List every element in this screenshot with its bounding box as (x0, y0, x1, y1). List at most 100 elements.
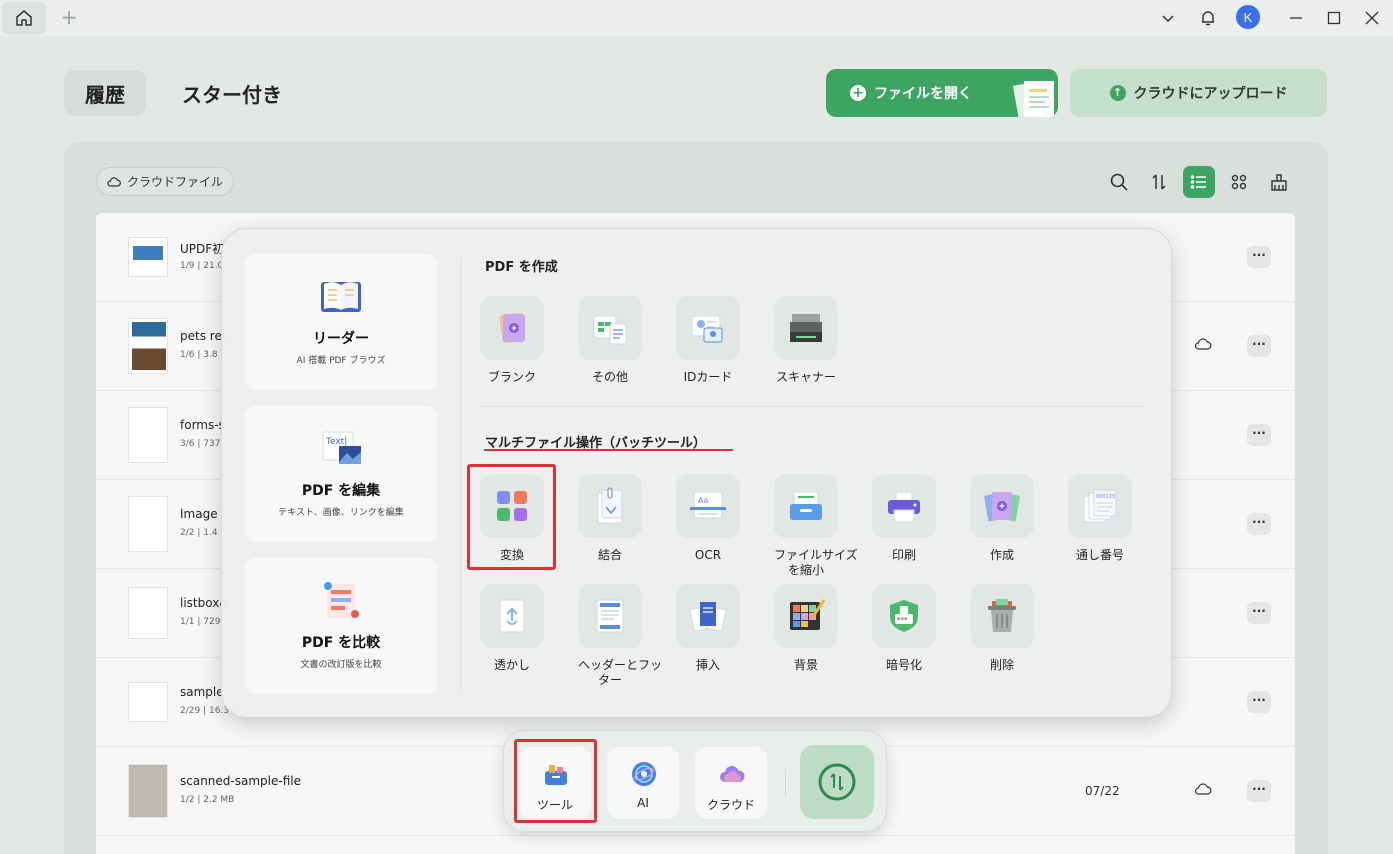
plus-icon: + (850, 85, 866, 101)
more-icon[interactable]: ··· (1247, 513, 1271, 535)
book-icon (321, 282, 361, 312)
file-meta: 3/6 | 737 (180, 439, 221, 449)
documents-illustration (1012, 80, 1054, 117)
file-meta: 1/1 | 729 (180, 617, 221, 627)
open-file-label: ファイルを開く (874, 86, 972, 102)
file-name: scanned-sample-file (180, 774, 301, 788)
sort-icon[interactable] (1143, 166, 1175, 198)
sync-icon (818, 763, 856, 801)
search-icon[interactable] (1103, 166, 1135, 198)
more-icon[interactable]: ··· (1247, 246, 1271, 268)
cloud-files-chip[interactable]: クラウドファイル (96, 167, 234, 196)
blank-tool[interactable]: ブランク (480, 296, 544, 385)
card-subtitle: 文書の改訂版を比較 (300, 660, 382, 670)
file-thumbnail (128, 318, 168, 374)
cloud-dock-button[interactable]: クラウド (695, 747, 767, 819)
id-card-tool[interactable]: IDカード (676, 296, 740, 385)
delete-tool[interactable]: 削除 (970, 584, 1034, 673)
scanner-tool[interactable]: スキャナー (774, 296, 838, 385)
merge-tool[interactable]: 結合 (578, 474, 642, 563)
divider (480, 406, 1145, 407)
ocr-tool[interactable]: Aa OCR (676, 474, 740, 563)
home-icon (16, 10, 32, 26)
list-view-icon[interactable] (1183, 166, 1215, 198)
more-icon[interactable]: ··· (1247, 780, 1271, 802)
tool-label: 挿入 (695, 658, 720, 672)
dock-label: AI (637, 796, 649, 810)
upload-label: クラウドにアップロード (1133, 86, 1288, 102)
file-thumbnail (128, 407, 168, 463)
file-name: Image f (180, 507, 226, 521)
compress-icon (790, 491, 822, 520)
cloud-icon (720, 765, 745, 782)
cloud-files-label: クラウドファイル (126, 175, 223, 189)
file-meta: 1/9 | 21.0 (180, 261, 224, 271)
cloud-icon (107, 176, 121, 187)
create-tool[interactable]: 作成 (970, 474, 1034, 563)
ai-orb-icon (632, 762, 656, 786)
tab-history[interactable]: 履歴 (64, 70, 146, 116)
create-pdf-heading: PDF を作成 (485, 260, 558, 275)
compare-pdf-card[interactable]: PDF を比較 文書の改訂版を比較 (245, 558, 437, 694)
bell-icon[interactable] (1196, 6, 1220, 30)
more-icon[interactable]: ··· (1247, 602, 1271, 624)
tool-label: OCR (694, 548, 722, 562)
open-file-button[interactable]: + ファイルを開く (826, 69, 1058, 117)
file-date: 07/22 (1085, 784, 1120, 798)
avatar[interactable]: K (1236, 5, 1260, 29)
cloud-icon[interactable] (1194, 335, 1212, 353)
more-icon[interactable]: ··· (1247, 691, 1271, 713)
divider (785, 769, 786, 797)
svg-text:Aa: Aa (698, 496, 708, 505)
grid-view-icon[interactable] (1223, 166, 1255, 198)
cloud-icon[interactable] (1194, 780, 1212, 798)
more-icon[interactable]: ··· (1247, 335, 1271, 357)
tool-label: 暗号化 (885, 658, 922, 672)
other-tool[interactable]: その他 (578, 296, 642, 385)
compare-icon (324, 582, 359, 618)
encrypt-tool[interactable]: *** 暗号化 (872, 584, 936, 673)
trash-icon (988, 599, 1016, 632)
tool-label: 作成 (989, 548, 1014, 562)
highlight-box (467, 464, 556, 570)
home-tab[interactable] (2, 2, 46, 34)
bates-number-tool[interactable]: 000123 通し番号 (1068, 474, 1132, 563)
tool-label: スキャナー (775, 370, 836, 384)
clean-icon[interactable] (1263, 166, 1295, 198)
highlight-underline (484, 449, 733, 451)
ai-dock-button[interactable]: AI (607, 747, 679, 819)
reader-card[interactable]: リーダー AI 搭載 PDF ブラウズ (245, 254, 437, 390)
sync-button[interactable] (800, 745, 874, 819)
file-meta: 1/2 | 2.2 MB (180, 795, 235, 805)
file-thumbnail (128, 237, 168, 277)
id-card-icon (691, 315, 723, 343)
header-footer-tool[interactable]: ヘッダーとフッ ター (578, 584, 662, 688)
edit-pdf-card[interactable]: Text| PDF を編集 テキスト、画像、リンクを編集 (245, 406, 437, 542)
scanner-icon (790, 314, 822, 342)
close-icon[interactable] (1360, 6, 1384, 30)
tool-label: 削除 (989, 658, 1014, 672)
watermark-tool[interactable]: 透かし (480, 584, 544, 673)
print-tool[interactable]: 印刷 (872, 474, 936, 563)
card-subtitle: AI 搭載 PDF ブラウズ (296, 356, 386, 366)
insert-tool[interactable]: 挿入 (676, 584, 740, 673)
file-meta: 1/6 | 3.8 (180, 350, 218, 360)
edit-text-icon: Text| (322, 431, 361, 464)
minimize-icon[interactable] (1284, 6, 1308, 30)
file-name: forms-s (180, 418, 225, 432)
numbering-icon: 000123 (1083, 489, 1117, 523)
card-title: PDF を比較 (301, 635, 381, 651)
merge-icon (597, 487, 623, 524)
maximize-icon[interactable] (1322, 6, 1346, 30)
file-thumbnail (128, 496, 168, 552)
chevron-down-icon[interactable] (1156, 6, 1180, 30)
upload-cloud-button[interactable]: ↑ クラウドにアップロード (1070, 69, 1327, 117)
card-subtitle: テキスト、画像、リンクを編集 (278, 508, 404, 518)
new-tab-icon[interactable]: + (58, 6, 80, 28)
background-tool[interactable]: 背景 (774, 584, 838, 673)
more-icon[interactable]: ··· (1247, 424, 1271, 446)
compress-tool[interactable]: ファイルサイズ を縮小 (774, 474, 858, 578)
tab-starred[interactable]: スター付き (162, 70, 302, 116)
ocr-icon: Aa (690, 491, 726, 519)
tool-label: 透かし (493, 658, 530, 672)
